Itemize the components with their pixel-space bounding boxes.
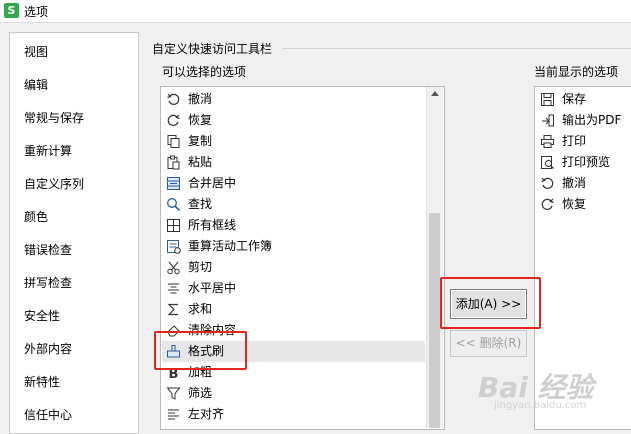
sidebar-item-external-content[interactable]: 外部内容 — [24, 340, 72, 357]
sidebar-item-trust-center[interactable]: 信任中心 — [24, 406, 72, 423]
list-item[interactable]: 筛选 — [162, 383, 425, 404]
available-list-scrollbar[interactable] — [426, 87, 443, 428]
list-item[interactable]: 撤消 — [162, 89, 425, 110]
sidebar-item-custom-list[interactable]: 自定义序列 — [24, 175, 84, 192]
list-item[interactable]: 查找 — [162, 194, 425, 215]
list-item-label: 左对齐 — [188, 407, 225, 421]
list-item[interactable]: 恢复 — [162, 110, 425, 131]
list-item[interactable]: 保存 — [536, 89, 631, 110]
sidebar-item-recalculate[interactable]: 重新计算 — [24, 142, 72, 159]
group-divider — [282, 48, 631, 49]
print-icon — [541, 135, 554, 148]
undo-icon — [541, 177, 554, 189]
remove-button[interactable]: << 删除(R) — [450, 330, 527, 357]
sidebar-item-edit[interactable]: 编辑 — [24, 76, 48, 93]
list-item[interactable]: 打印 — [536, 131, 631, 152]
list-item[interactable]: 输出为PDF — [536, 110, 631, 131]
list-item-label: 撤消 — [188, 92, 213, 106]
list-item-label: 水平居中 — [188, 281, 237, 295]
list-item[interactable]: 重算活动工作簿 — [162, 236, 425, 257]
sidebar-item-color[interactable]: 颜色 — [24, 208, 48, 225]
recalculate-icon — [167, 240, 181, 254]
group-title: 自定义快速访问工具栏 — [152, 42, 273, 56]
print-preview-icon — [541, 156, 554, 169]
list-item-label: 输出为PDF — [562, 113, 622, 127]
list-item-label: 复制 — [188, 134, 213, 148]
sidebar-item-general-save[interactable]: 常规与保存 — [24, 109, 84, 126]
list-item-label: 打印 — [562, 134, 587, 148]
sidebar-item-spell-check[interactable]: 拼写检查 — [24, 274, 72, 291]
list-item-label: 剪切 — [188, 260, 213, 274]
scroll-up-arrow-icon[interactable] — [431, 91, 439, 96]
list-item-label: 恢复 — [188, 113, 213, 127]
copy-icon — [167, 135, 180, 148]
title-bar: S 选项 — [0, 0, 631, 23]
list-item-label: 恢复 — [562, 197, 587, 211]
cut-icon — [167, 261, 180, 275]
filter-icon — [166, 387, 181, 400]
available-options-list[interactable]: 撤消 恢复 复制 粘贴 合并居中 查找 所有框线 重算活动工作簿 剪切 水平居中… — [160, 86, 445, 430]
list-item[interactable]: 左对齐 — [162, 404, 425, 425]
list-item-label: 粘贴 — [188, 155, 213, 169]
available-options-label: 可以选择的选项 — [162, 65, 247, 79]
list-item-label: 打印预览 — [562, 155, 611, 169]
list-item[interactable]: 所有框线 — [162, 215, 425, 236]
list-item[interactable]: 求和 — [162, 299, 425, 320]
baidu-watermark-url: jingyan.baidu.com — [494, 400, 587, 411]
format-painter-highlight — [154, 331, 247, 370]
all-borders-icon — [167, 219, 180, 232]
list-item-label: 筛选 — [188, 386, 213, 400]
redo-icon — [167, 114, 180, 126]
list-item-label: 合并居中 — [188, 176, 237, 190]
sidebar-item-new-features[interactable]: 新特性 — [24, 373, 60, 390]
redo-icon — [541, 198, 554, 210]
list-item[interactable]: 合并居中 — [162, 173, 425, 194]
list-item[interactable]: 恢复 — [536, 194, 631, 215]
sidebar-item-security[interactable]: 安全性 — [24, 307, 60, 324]
list-item-label: 撤消 — [562, 176, 587, 190]
window-title: 选项 — [24, 5, 49, 19]
undo-icon — [167, 93, 180, 105]
scroll-thumb[interactable] — [429, 213, 440, 428]
list-item[interactable]: 剪切 — [162, 257, 425, 278]
search-icon — [167, 198, 181, 212]
current-options-label: 当前显示的选项 — [534, 65, 619, 79]
align-left-icon — [168, 409, 179, 420]
sidebar-item-view[interactable]: 视图 — [24, 43, 48, 60]
sum-icon — [167, 303, 178, 316]
list-item[interactable]: 复制 — [162, 131, 425, 152]
export-pdf-icon — [542, 114, 554, 127]
list-item-label: 求和 — [188, 302, 213, 316]
options-sidebar: 视图 编辑 常规与保存 重新计算 自定义序列 颜色 错误检查 拼写检查 安全性 … — [9, 32, 139, 434]
wps-spreadsheet-icon: S — [4, 3, 19, 18]
list-item-label: 所有框线 — [188, 218, 237, 232]
merge-center-icon — [167, 177, 180, 190]
paste-icon — [167, 155, 180, 170]
list-item-label: 查找 — [188, 197, 213, 211]
list-item-label: 保存 — [562, 92, 587, 106]
sidebar-item-error-check[interactable]: 错误检查 — [24, 241, 72, 258]
list-item[interactable]: 粘贴 — [162, 152, 425, 173]
save-icon — [541, 93, 554, 106]
list-item[interactable]: 打印预览 — [536, 152, 631, 173]
add-button-highlight — [440, 277, 541, 329]
align-center-icon — [168, 283, 179, 294]
list-item[interactable]: 水平居中 — [162, 278, 425, 299]
list-item-label: 重算活动工作簿 — [188, 239, 273, 253]
list-item[interactable]: 撤消 — [536, 173, 631, 194]
